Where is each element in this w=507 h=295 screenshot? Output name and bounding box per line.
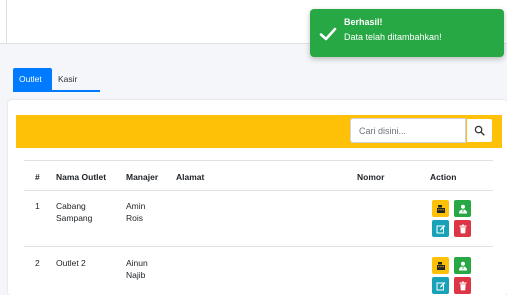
header-alamat: Alamat — [176, 172, 205, 182]
cashier-button[interactable] — [432, 200, 449, 217]
search-input[interactable] — [350, 118, 466, 143]
tab-bar: Outlet Kasir — [13, 68, 506, 92]
cash-register-icon — [436, 204, 445, 213]
trash-icon — [459, 281, 466, 290]
row-divider — [24, 246, 493, 247]
header-nama-outlet: Nama Outlet — [56, 172, 107, 182]
header-number: # — [35, 172, 40, 182]
edit-button[interactable] — [432, 277, 449, 294]
delete-button[interactable] — [454, 277, 471, 294]
edit-icon — [436, 224, 445, 233]
table-header-border — [24, 190, 493, 191]
cashier-button[interactable] — [432, 257, 449, 274]
outlet-name: Cabang Sampang — [56, 201, 93, 223]
user-tie-icon — [458, 261, 467, 270]
trash-icon — [459, 224, 466, 233]
search-button[interactable] — [466, 118, 493, 143]
toast-message: Data telah ditambahkan! — [344, 32, 442, 42]
outlet-name: Outlet 2 — [56, 258, 86, 268]
manager-name: Ainun Najib — [126, 258, 148, 280]
toast-title: Berhasil! — [344, 17, 383, 27]
header-manajer: Manajer — [126, 172, 159, 182]
edit-button[interactable] — [432, 220, 449, 237]
check-icon — [319, 27, 337, 41]
header-nomor: Nomor — [357, 172, 385, 182]
row-number: 2 — [35, 258, 40, 268]
manager-button[interactable] — [454, 257, 471, 274]
success-toast[interactable]: Berhasil! Data telah ditambahkan! — [310, 9, 504, 57]
search-icon — [474, 125, 485, 136]
table-top-border — [24, 160, 493, 161]
cash-register-icon — [436, 261, 445, 270]
header-action: Action — [430, 172, 457, 182]
edit-icon — [436, 281, 445, 290]
row-number: 1 — [35, 201, 40, 211]
tab-outlet[interactable]: Outlet — [13, 68, 52, 92]
manager-name: Amin Rois — [126, 201, 146, 223]
user-tie-icon — [458, 204, 467, 213]
delete-button[interactable] — [454, 220, 471, 237]
tab-kasir[interactable]: Kasir — [52, 68, 100, 92]
manager-button[interactable] — [454, 200, 471, 217]
